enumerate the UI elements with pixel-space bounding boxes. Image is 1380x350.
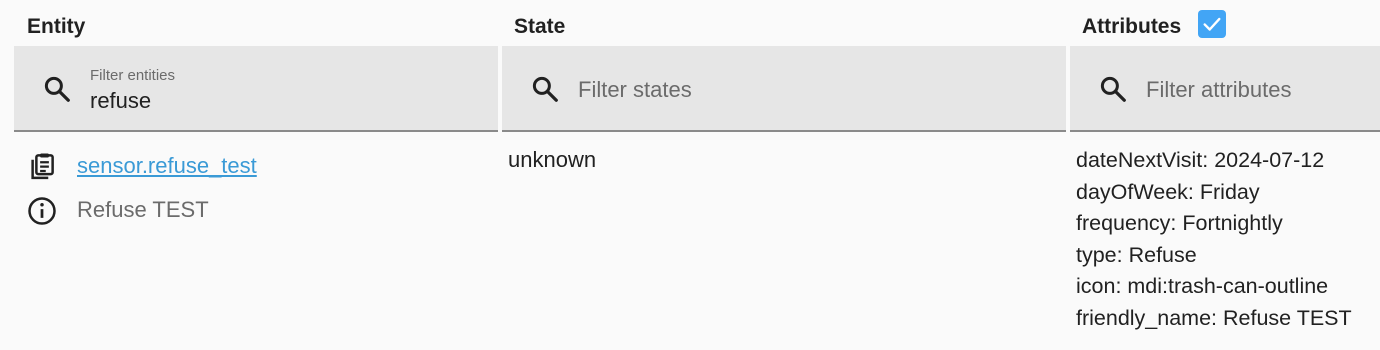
search-icon (44, 76, 70, 102)
info-icon[interactable] (27, 196, 57, 226)
checkmark-icon (1203, 17, 1221, 31)
search-icon (532, 76, 558, 102)
state-filter-field[interactable]: Filter states (502, 46, 1066, 132)
attribute-line: dayOfWeek: Friday (1076, 179, 1260, 204)
attribute-line: frequency: Fortnightly (1076, 211, 1283, 235)
attribute-line: dateNextVisit: 2024-07-12 (1076, 148, 1325, 172)
search-icon (1100, 76, 1126, 102)
attribute-line: type: Refuse (1076, 242, 1197, 267)
attributes-column-header: Attributes (1082, 15, 1182, 38)
entity-friendly-name: Refuse TEST (77, 197, 209, 222)
attribute-line: friendly_name: Refuse TEST (1076, 305, 1352, 330)
attributes-toggle-checkbox[interactable] (1198, 10, 1226, 38)
entity-filter-input[interactable]: refuse (90, 88, 151, 114)
entity-filter-field[interactable]: Filter entities refuse (14, 46, 498, 132)
state-filter-input[interactable]: Filter states (578, 77, 692, 103)
entity-attributes: dateNextVisit: 2024-07-12 dayOfWeek: Fri… (1076, 146, 1352, 335)
entity-state-value: unknown (508, 147, 597, 172)
entity-filter-label: Filter entities (90, 67, 176, 84)
state-column-header: State (514, 15, 566, 38)
entity-column-header: Entity (27, 15, 86, 38)
attribute-filter-field[interactable]: Filter attributes (1070, 46, 1380, 132)
clipboard-icon[interactable] (27, 151, 57, 181)
attribute-line: icon: mdi:trash-can-outline (1076, 274, 1329, 298)
attribute-filter-input[interactable]: Filter attributes (1146, 77, 1292, 103)
entity-id-link[interactable]: sensor.refuse_test (77, 152, 257, 180)
